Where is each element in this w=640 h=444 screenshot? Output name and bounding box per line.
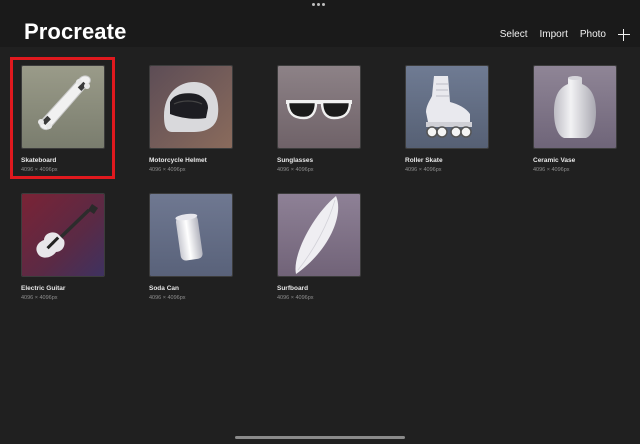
artwork-electric-guitar[interactable]: Electric Guitar 4096 × 4096px: [21, 193, 105, 302]
artwork-thumbnail[interactable]: [533, 65, 617, 149]
photo-button[interactable]: Photo: [580, 28, 606, 42]
guitar-illustration: [22, 194, 104, 276]
helmet-illustration: [150, 66, 232, 148]
artwork-thumbnail[interactable]: [21, 193, 105, 277]
artwork-dimensions: 4096 × 4096px: [149, 295, 186, 301]
surfboard-illustration: [278, 194, 360, 276]
gallery-actions: Select Import Photo: [488, 28, 630, 42]
select-button[interactable]: Select: [500, 28, 528, 42]
artwork-dimensions: 4096 × 4096px: [277, 295, 314, 301]
artwork-thumbnail[interactable]: [277, 65, 361, 149]
more-dots-icon[interactable]: [312, 3, 325, 6]
artwork-thumbnail[interactable]: [21, 65, 105, 149]
artwork-ceramic-vase[interactable]: Ceramic Vase 4096 × 4096px: [533, 65, 617, 174]
artwork-roller-skate[interactable]: Roller Skate 4096 × 4096px: [405, 65, 489, 174]
artwork-name: Soda Can: [149, 285, 179, 292]
new-canvas-plus-icon[interactable]: [618, 29, 630, 41]
artwork-dimensions: 4096 × 4096px: [277, 167, 314, 173]
artwork-thumbnail[interactable]: [149, 193, 233, 277]
artwork-sunglasses[interactable]: Sunglasses 4096 × 4096px: [277, 65, 361, 174]
artwork-dimensions: 4096 × 4096px: [21, 295, 58, 301]
soda-can-illustration: [150, 194, 232, 276]
artwork-name: Sunglasses: [277, 157, 314, 164]
artwork-soda-can[interactable]: Soda Can 4096 × 4096px: [149, 193, 233, 302]
artwork-name: Electric Guitar: [21, 285, 66, 292]
app-title: Procreate: [24, 19, 127, 44]
artwork-name: Skateboard: [21, 157, 57, 164]
roller-skate-illustration: [406, 66, 488, 148]
vase-illustration: [534, 66, 616, 148]
artwork-dimensions: 4096 × 4096px: [149, 167, 186, 173]
artwork-thumbnail[interactable]: [405, 65, 489, 149]
artwork-name: Ceramic Vase: [533, 157, 576, 164]
artwork-skateboard[interactable]: Skateboard 4096 × 4096px: [21, 65, 105, 174]
artwork-motorcycle-helmet[interactable]: Motorcycle Helmet 4096 × 4096px: [149, 65, 233, 174]
artwork-thumbnail[interactable]: [277, 193, 361, 277]
skateboard-illustration: [22, 66, 104, 148]
artwork-name: Surfboard: [277, 285, 309, 292]
artwork-surfboard[interactable]: Surfboard 4096 × 4096px: [277, 193, 361, 302]
artwork-thumbnail[interactable]: [149, 65, 233, 149]
home-indicator[interactable]: [235, 436, 405, 439]
sunglasses-illustration: [278, 66, 360, 148]
import-button[interactable]: Import: [540, 28, 568, 42]
top-bar: Procreate Select Import Photo: [0, 0, 640, 47]
artwork-dimensions: 4096 × 4096px: [533, 167, 570, 173]
artwork-name: Roller Skate: [405, 157, 443, 164]
artwork-dimensions: 4096 × 4096px: [21, 167, 58, 173]
artwork-name: Motorcycle Helmet: [149, 157, 207, 164]
artwork-dimensions: 4096 × 4096px: [405, 167, 442, 173]
